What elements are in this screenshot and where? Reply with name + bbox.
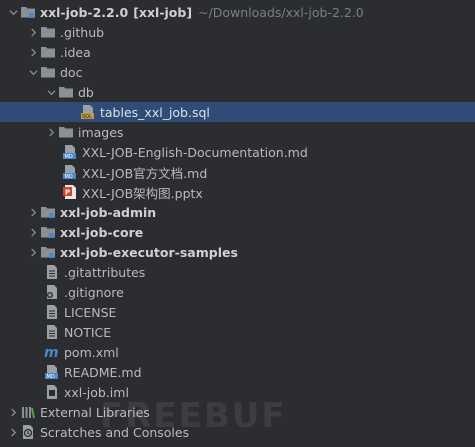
svg-text:P: P bbox=[65, 189, 70, 197]
svg-text:m: m bbox=[44, 345, 59, 360]
item-label: xxl-job-core bbox=[60, 224, 144, 240]
scratches-icon bbox=[20, 424, 36, 440]
tree-row-admin[interactable]: xxl-job-admin bbox=[0, 202, 475, 222]
chevron-right-icon[interactable] bbox=[26, 22, 40, 42]
tree-row-sql[interactable]: SQL tables_xxl_job.sql bbox=[0, 102, 475, 122]
markdown-file-icon: MD bbox=[62, 144, 78, 160]
folder-icon bbox=[20, 4, 36, 20]
item-label: External Libraries bbox=[40, 404, 150, 420]
tree-row-root[interactable]: xxl-job-2.2.0 [xxl-job] ~/Downloads/xxl-… bbox=[0, 2, 475, 22]
root-module: [xxl-job] bbox=[133, 4, 193, 20]
folder-icon bbox=[58, 124, 74, 140]
tree-row-gitattributes[interactable]: .gitattributes bbox=[0, 262, 475, 282]
iml-file-icon bbox=[44, 384, 60, 400]
chevron-right-icon[interactable] bbox=[26, 242, 40, 262]
item-label: .github bbox=[60, 24, 105, 40]
library-icon bbox=[20, 404, 36, 420]
root-name: xxl-job-2.2.0 bbox=[40, 4, 129, 20]
item-label: XXL-JOB架构图.pptx bbox=[82, 185, 203, 201]
markdown-file-icon: MD bbox=[44, 364, 60, 380]
item-label: tables_xxl_job.sql bbox=[100, 104, 210, 120]
text-file-icon bbox=[44, 264, 60, 280]
item-label: .idea bbox=[60, 44, 91, 60]
tree-row-iml[interactable]: xxl-job.iml bbox=[0, 382, 475, 402]
sql-file-icon: SQL bbox=[80, 104, 96, 120]
chevron-down-icon[interactable] bbox=[26, 62, 40, 82]
chevron-down-icon[interactable] bbox=[6, 2, 20, 22]
svg-text:MD: MD bbox=[47, 374, 55, 380]
folder-icon bbox=[40, 44, 56, 60]
folder-icon bbox=[40, 64, 56, 80]
tree-row-core[interactable]: xxl-job-core bbox=[0, 222, 475, 242]
item-label: images bbox=[78, 124, 124, 140]
gitignore-file-icon bbox=[44, 284, 60, 300]
tree-row-notice[interactable]: NOTICE bbox=[0, 322, 475, 342]
markdown-file-icon: MD bbox=[62, 164, 78, 180]
item-label: pom.xml bbox=[64, 344, 119, 360]
tree-row-license[interactable]: LICENSE bbox=[0, 302, 475, 322]
tree-row-images[interactable]: images bbox=[0, 122, 475, 142]
item-label: NOTICE bbox=[64, 324, 112, 340]
chevron-right-icon[interactable] bbox=[26, 42, 40, 62]
maven-icon: m bbox=[44, 344, 60, 360]
svg-text:MD: MD bbox=[65, 174, 73, 180]
project-tree: xxl-job-2.2.0 [xxl-job] ~/Downloads/xxl-… bbox=[0, 0, 475, 447]
chevron-right-icon[interactable] bbox=[26, 202, 40, 222]
tree-row-doc[interactable]: doc bbox=[0, 62, 475, 82]
module-folder-icon bbox=[40, 204, 56, 220]
chevron-right-icon[interactable] bbox=[6, 422, 20, 442]
item-label: .gitattributes bbox=[64, 264, 146, 280]
item-label: db bbox=[78, 84, 94, 100]
tree-row-readme[interactable]: MD README.md bbox=[0, 362, 475, 382]
svg-text:SQL: SQL bbox=[82, 114, 92, 120]
item-label: .gitignore bbox=[64, 284, 124, 300]
tree-row-idea[interactable]: .idea bbox=[0, 42, 475, 62]
item-label: XXL-JOB-English-Documentation.md bbox=[82, 144, 308, 160]
chevron-right-icon[interactable] bbox=[26, 222, 40, 242]
powerpoint-file-icon: P bbox=[62, 184, 78, 200]
tree-row-gitignore[interactable]: .gitignore bbox=[0, 282, 475, 302]
text-file-icon bbox=[44, 324, 60, 340]
tree-row-md-en[interactable]: MD XXL-JOB-English-Documentation.md bbox=[0, 142, 475, 162]
tree-row-pptx[interactable]: P XXL-JOB架构图.pptx bbox=[0, 182, 475, 202]
tree-row-external-libraries[interactable]: External Libraries bbox=[0, 402, 475, 422]
chevron-right-icon[interactable] bbox=[44, 122, 58, 142]
svg-text:MD: MD bbox=[65, 154, 73, 160]
item-label: xxl-job-executor-samples bbox=[60, 244, 238, 260]
tree-row-scratches[interactable]: Scratches and Consoles bbox=[0, 422, 475, 442]
tree-row-github[interactable]: .github bbox=[0, 22, 475, 42]
module-folder-icon bbox=[40, 224, 56, 240]
tree-row-db[interactable]: db bbox=[0, 82, 475, 102]
folder-icon bbox=[58, 84, 74, 100]
chevron-right-icon[interactable] bbox=[6, 402, 20, 422]
tree-row-md-cn[interactable]: MD XXL-JOB官方文档.md bbox=[0, 162, 475, 182]
item-label: Scratches and Consoles bbox=[40, 424, 190, 440]
tree-row-pom[interactable]: m pom.xml bbox=[0, 342, 475, 362]
module-folder-icon bbox=[40, 244, 56, 260]
item-label: doc bbox=[60, 64, 83, 80]
root-path: ~/Downloads/xxl-job-2.2.0 bbox=[198, 4, 364, 20]
text-file-icon bbox=[44, 304, 60, 320]
item-label: xxl-job-admin bbox=[60, 204, 157, 220]
item-label: XXL-JOB官方文档.md bbox=[82, 165, 208, 181]
item-label: README.md bbox=[64, 364, 142, 380]
folder-icon bbox=[40, 24, 56, 40]
tree-row-samples[interactable]: xxl-job-executor-samples bbox=[0, 242, 475, 262]
item-label: LICENSE bbox=[64, 304, 117, 320]
chevron-down-icon[interactable] bbox=[44, 82, 58, 102]
item-label: xxl-job.iml bbox=[64, 384, 129, 400]
